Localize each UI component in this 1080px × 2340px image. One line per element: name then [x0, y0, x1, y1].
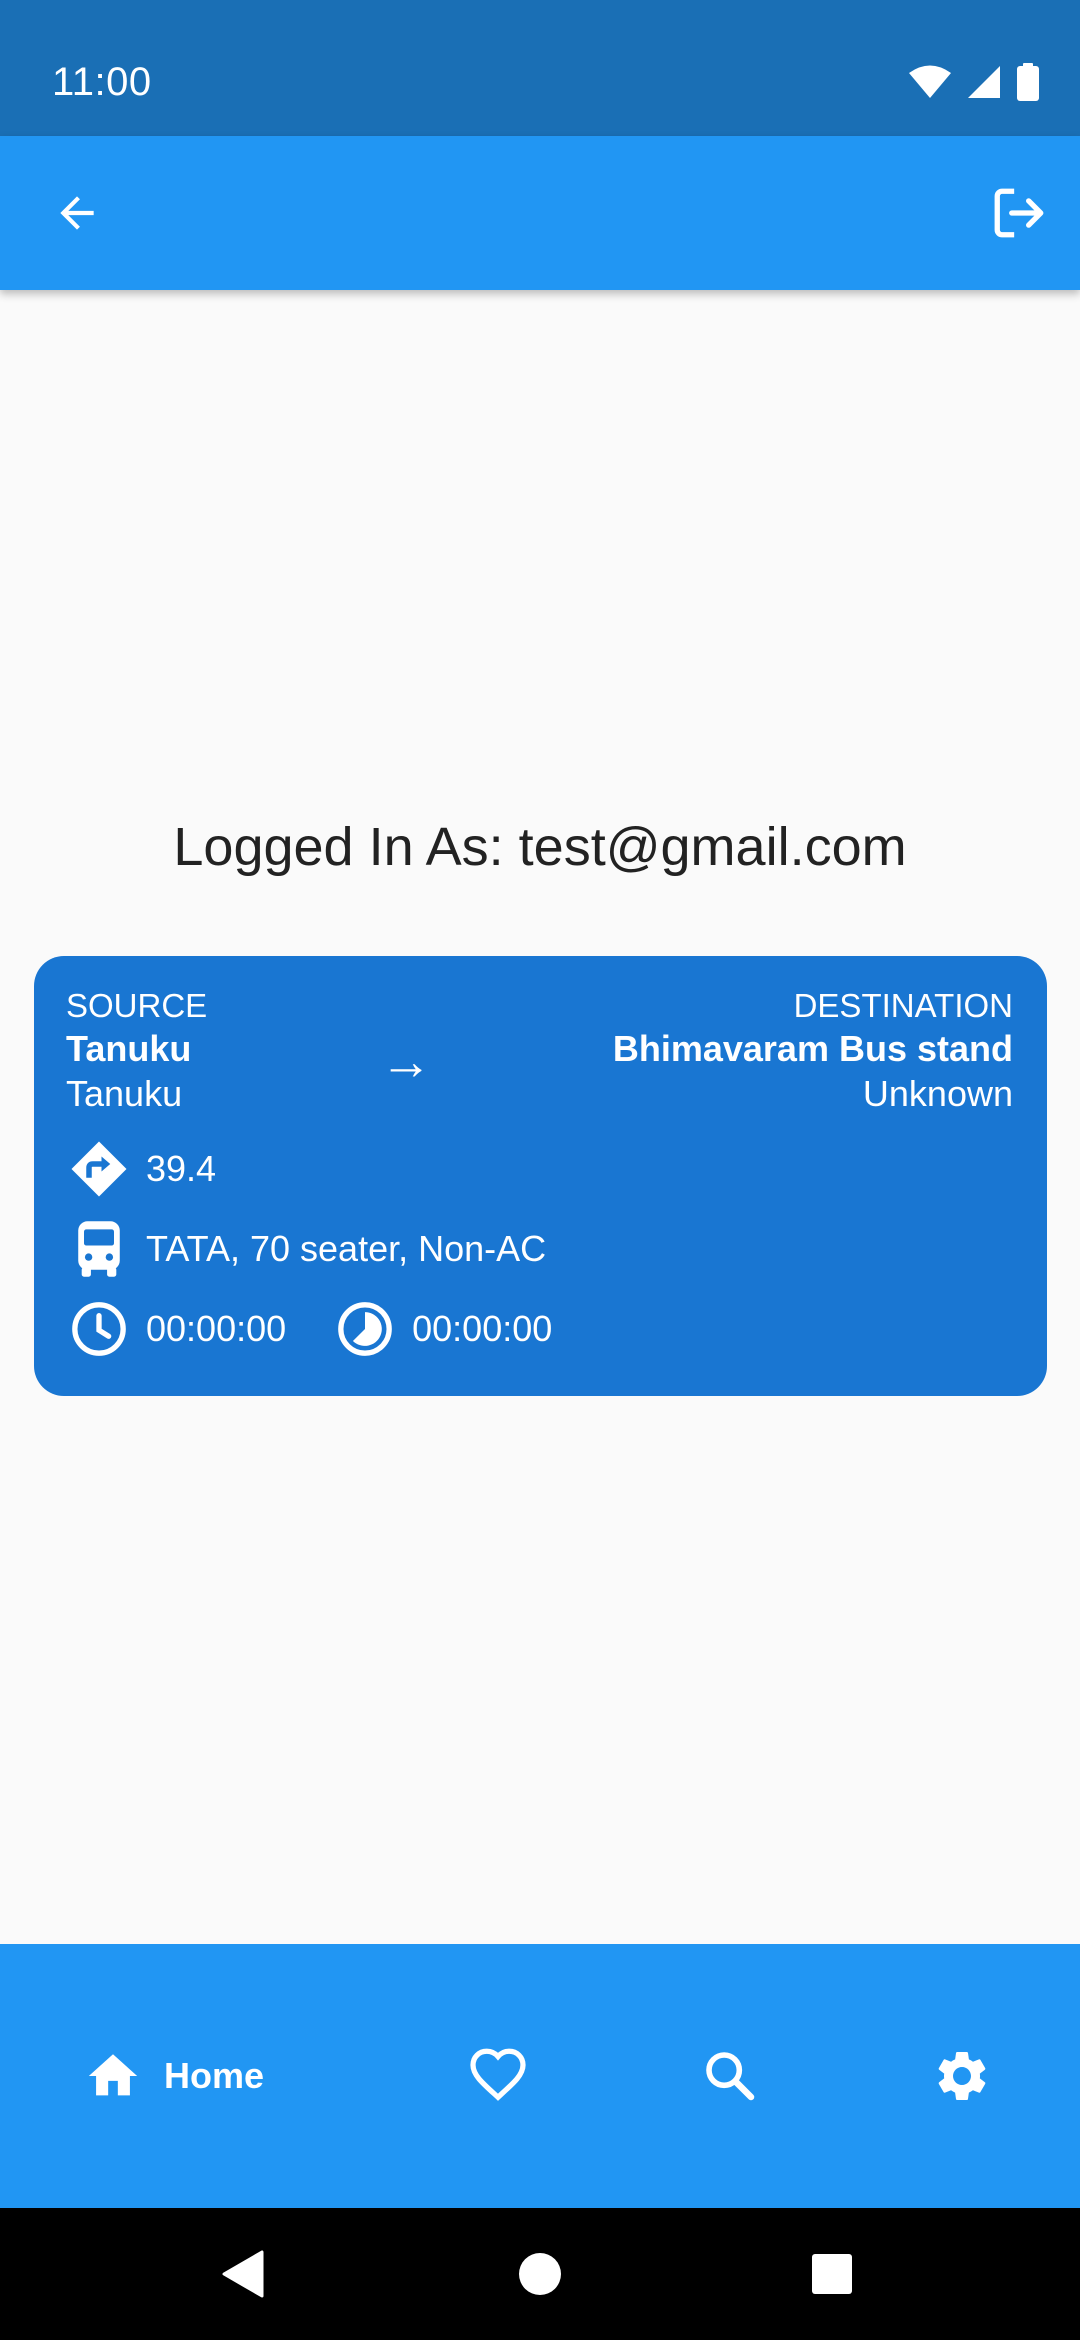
- home-icon: [88, 2054, 138, 2096]
- heart-icon: [470, 2048, 526, 2101]
- source-subtitle: Tanuku: [66, 1073, 183, 1114]
- time-row: 00:00:00 00:00:00: [68, 1298, 552, 1360]
- bus-details: TATA, 70 seater, Non-AC: [146, 1228, 547, 1269]
- logout-icon: [994, 188, 1044, 238]
- search-icon: [706, 2052, 755, 2101]
- status-icons: [908, 58, 1040, 106]
- status-time: 11:00: [52, 60, 152, 104]
- signal-icon: [968, 66, 1000, 98]
- duration-time: 00:00:00: [412, 1308, 553, 1349]
- distance-value: 39.4: [146, 1148, 217, 1189]
- timelapse-icon: [334, 1298, 396, 1360]
- source-caption: SOURCE: [66, 987, 208, 1024]
- nav-favorites[interactable]: [462, 2040, 534, 2112]
- status-bar: 11:00: [0, 0, 1080, 136]
- system-home-button[interactable]: [512, 2246, 568, 2302]
- clock-icon: [68, 1298, 130, 1360]
- distance-row: 39.4: [68, 1138, 216, 1200]
- system-navigation-bar: [0, 2208, 1080, 2340]
- logged-in-text: Logged In As: test@gmail.com: [173, 817, 907, 877]
- bus-icon: [68, 1218, 130, 1280]
- directions-icon: [68, 1138, 130, 1200]
- logout-button[interactable]: [980, 174, 1058, 252]
- destination-name: Bhimavaram Bus stand: [612, 1028, 1013, 1069]
- circle-home-icon: [519, 2253, 561, 2295]
- gear-icon: [938, 2052, 986, 2100]
- back-button[interactable]: [38, 174, 116, 252]
- destination-subtitle: Unknown: [862, 1073, 1013, 1114]
- nav-home-label: Home: [164, 2055, 265, 2096]
- bottom-navigation: Home: [0, 1944, 1080, 2208]
- arrow-back-icon: [60, 196, 94, 230]
- start-time: 00:00:00: [146, 1308, 287, 1349]
- battery-icon: [1017, 63, 1039, 101]
- nav-settings[interactable]: [926, 2040, 998, 2112]
- destination-caption: DESTINATION: [793, 987, 1013, 1024]
- nav-home[interactable]: Home: [84, 2040, 304, 2112]
- square-recents-icon: [812, 2254, 852, 2294]
- wifi-icon: [909, 65, 951, 98]
- source-name: Tanuku: [66, 1028, 192, 1069]
- trip-card[interactable]: SOURCE Tanuku Tanuku → DESTINATION Bhima…: [34, 956, 1047, 1396]
- nav-search[interactable]: [694, 2040, 766, 2112]
- system-recents-button[interactable]: [804, 2246, 860, 2302]
- direction-arrow: →: [380, 1033, 432, 1091]
- system-back-button[interactable]: [214, 2246, 270, 2302]
- bus-row: TATA, 70 seater, Non-AC: [68, 1218, 546, 1280]
- app-bar: [0, 136, 1080, 290]
- triangle-back-icon: [222, 2250, 264, 2298]
